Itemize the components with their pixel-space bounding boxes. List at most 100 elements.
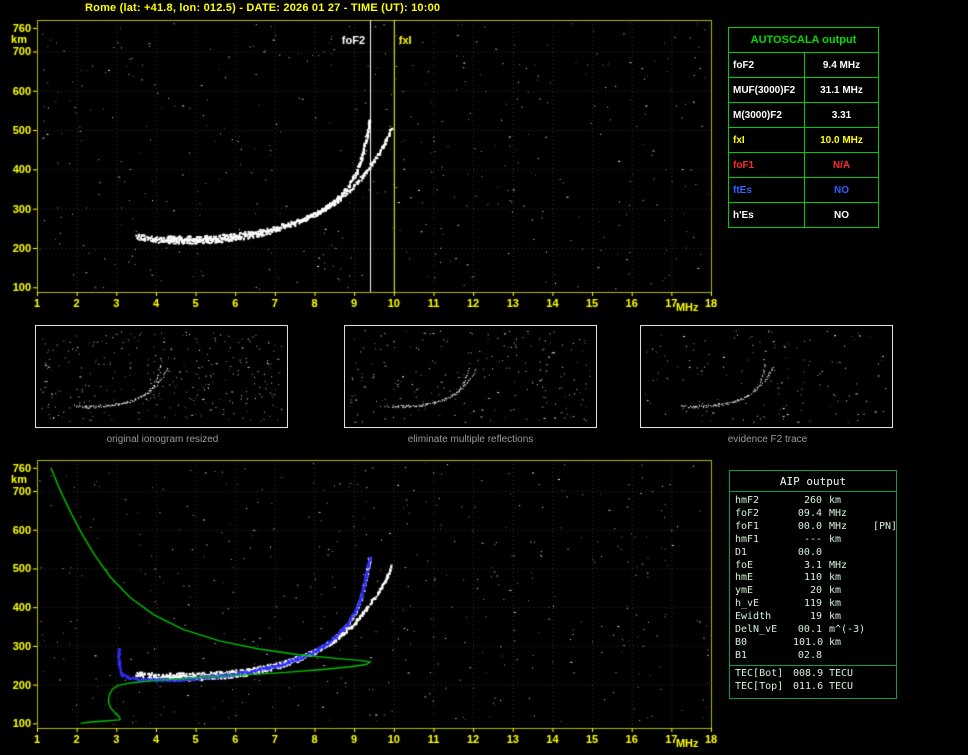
autoscala-header-row: AUTOSCALA output <box>728 27 879 53</box>
aip-row: TEC[Top] 011.6 TECU <box>730 681 896 694</box>
aip-param-note <box>873 495 897 508</box>
aip-param-label: TEC[Bot] <box>735 667 784 679</box>
aip-param-note <box>873 624 897 637</box>
station-title: Rome (lat: +41.8, lon: 012.5) - DATE: 20… <box>85 2 441 14</box>
autoscala-param-value: N/A <box>804 152 879 178</box>
aip-param-unit: MHz <box>829 520 848 532</box>
aip-param-value: 00.0 <box>797 546 822 558</box>
thumbnail-no-reflections <box>344 325 597 428</box>
aip-param-unit <box>829 547 873 560</box>
aip-row: foF1 00.0 MHz [PN] <box>730 520 898 534</box>
aip-param-unit: m^(-3) <box>829 624 866 636</box>
autoscala-param-value: 10.0 MHz <box>804 127 879 153</box>
aip-param-unit: km <box>829 636 842 648</box>
autoscala-row: ftEs NO <box>728 177 879 203</box>
aip-param-unit: km <box>829 611 842 623</box>
autoscala-param-label: ftEs <box>728 177 805 203</box>
aip-param-note <box>873 560 897 573</box>
thumbnail-caption-f2-trace: evidence F2 trace <box>727 434 808 445</box>
aip-row: DelN_vE 00.1 m^(-3) <box>730 624 896 637</box>
aip-row: hmE 110 km <box>730 572 896 585</box>
aip-param-unit: km <box>829 572 842 584</box>
autoscala-table-title: AUTOSCALA output <box>728 27 879 53</box>
aip-param-unit: TECU <box>829 667 854 679</box>
autoscala-param-value: 9.4 MHz <box>804 52 879 78</box>
aip-param-label: hmF2 <box>735 495 760 506</box>
aip-param-value: 00.1 <box>797 624 822 636</box>
autoscala-row: foF2 9.4 MHz <box>728 52 879 78</box>
aip-param-value: 119 <box>803 598 822 610</box>
autoscala-row: foF1 N/A <box>728 152 879 178</box>
aip-param-note <box>873 668 897 681</box>
ionogram-plot <box>0 14 728 314</box>
aip-param-value: 011.6 <box>793 680 824 692</box>
aip-param-note <box>873 598 897 611</box>
aip-param-value: 00.0 <box>797 520 822 532</box>
aip-row: D1 00.0 <box>730 547 896 560</box>
aip-output-table: AIP output hmF2 260 km foF2 09.4 MHz foF1 00.0 M… <box>729 470 897 699</box>
aip-param-note <box>873 585 897 598</box>
aip-row: hmF2 260 km <box>730 495 896 508</box>
autoscala-param-label: h'Es <box>728 202 805 228</box>
aip-param-value: 09.4 <box>797 507 822 519</box>
autoscala-row: h'Es NO <box>728 202 879 228</box>
autoscala-param-value: NO <box>804 202 879 228</box>
aip-row: TEC[Bot] 008.9 TECU <box>730 664 897 681</box>
thumbnail-caption-no-reflections: eliminate multiple reflections <box>407 434 534 445</box>
aip-row: h_vE 119 km <box>730 598 896 611</box>
aip-param-unit: MHz <box>829 559 848 571</box>
aip-param-value: --- <box>803 533 822 545</box>
aip-param-label: D1 <box>735 546 748 558</box>
thumbnail-original <box>35 325 288 428</box>
aip-param-label: B1 <box>735 649 748 661</box>
aip-row: B1 02.8 <box>730 650 896 663</box>
autoscala-param-label: foF2 <box>728 52 805 78</box>
autoscala-row: M(3000)F2 3.31 <box>728 102 879 128</box>
aip-param-label: hmE <box>735 572 754 584</box>
aip-param-label: DelN_vE <box>735 624 778 636</box>
autoscala-output-table: AUTOSCALA output foF2 9.4 MHz MUF(3000)F2 3… <box>728 27 879 228</box>
aip-param-note <box>873 611 897 624</box>
autoscala-param-label: M(3000)F2 <box>728 102 805 128</box>
aip-param-label: ymE <box>735 585 754 597</box>
aip-param-value: 260 <box>803 495 822 506</box>
aip-param-value: 02.8 <box>797 649 822 661</box>
aip-row: hmF1 --- km <box>730 534 896 547</box>
aip-param-value: 101.0 <box>793 636 824 648</box>
aip-row: Ewidth 19 km <box>730 611 896 624</box>
aip-param-note <box>873 547 897 560</box>
thumbnail-f2-trace-canvas <box>641 326 892 427</box>
aip-param-label: TEC[Top] <box>735 680 784 692</box>
thumbnail-no-reflections-canvas <box>345 326 596 427</box>
autoscala-param-value: 31.1 MHz <box>804 77 879 103</box>
aip-param-note <box>873 534 897 547</box>
aip-param-unit: TECU <box>829 680 854 692</box>
aip-param-unit: km <box>829 585 842 597</box>
aip-param-value: 19 <box>809 611 822 623</box>
aip-row: foE 3.1 MHz <box>730 560 896 573</box>
autoscala-param-label: MUF(3000)F2 <box>728 77 805 103</box>
aip-param-note <box>873 637 897 650</box>
autoscala-param-value: NO <box>804 177 879 203</box>
aip-param-label: foF1 <box>735 520 760 532</box>
aip-param-label: foF2 <box>735 507 760 519</box>
autoscala-param-label: foF1 <box>728 152 805 178</box>
thumbnail-f2-trace <box>640 325 893 428</box>
aip-param-unit: km <box>829 533 842 545</box>
aip-param-value: 008.9 <box>793 667 824 679</box>
aip-param-label: Ewidth <box>735 611 772 623</box>
thumbnail-caption-original: original ionogram resized <box>106 434 219 445</box>
aip-param-unit <box>829 650 873 663</box>
autoscala-param-value: 3.31 <box>804 102 879 128</box>
aip-param-label: B0 <box>735 636 748 648</box>
aip-param-value: 110 <box>803 572 822 584</box>
aip-param-note: [PN] <box>873 520 898 532</box>
aip-param-unit: MHz <box>829 507 848 519</box>
thumbnail-original-canvas <box>36 326 287 427</box>
profile-plot <box>0 452 728 752</box>
aip-row: foF2 09.4 MHz <box>730 508 896 521</box>
aip-param-label: hmF1 <box>735 533 760 545</box>
aip-row: B0 101.0 km <box>730 637 896 650</box>
aip-param-value: 20 <box>809 585 822 597</box>
autoscala-row: fxI 10.0 MHz <box>728 127 879 153</box>
